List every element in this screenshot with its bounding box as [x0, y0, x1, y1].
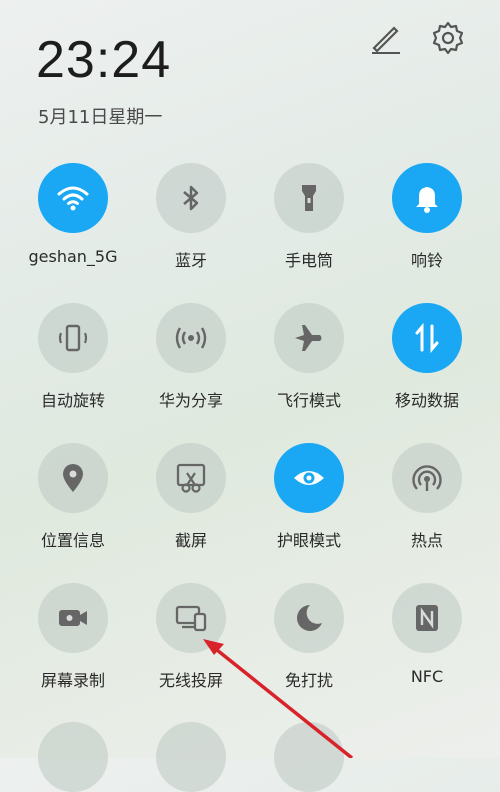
- status-time: 23:24: [36, 31, 172, 89]
- tile-label: 手电筒: [284, 251, 333, 270]
- tile-flashlight[interactable]: 手电筒: [249, 163, 369, 271]
- tile-label: 蓝牙: [174, 251, 207, 270]
- tile-label: 自动旋转: [40, 391, 105, 410]
- tile-label: 无线投屏: [158, 671, 223, 690]
- screen-record-icon: [38, 583, 108, 653]
- tile-partial-1[interactable]: [13, 722, 133, 792]
- tile-hotspot[interactable]: 热点: [367, 443, 487, 551]
- tile-label: 热点: [410, 531, 443, 550]
- tile-screenshot[interactable]: 截屏: [131, 443, 251, 551]
- hotspot-icon: [392, 443, 462, 513]
- nfc-icon: [392, 583, 462, 653]
- airplane-icon: [274, 303, 344, 373]
- tile-label: 免打扰: [284, 671, 333, 690]
- edit-icon[interactable]: [366, 18, 406, 58]
- tile-partial-3[interactable]: [249, 722, 369, 792]
- screenshot-icon: [156, 443, 226, 513]
- tile-huawei-share[interactable]: 华为分享: [131, 303, 251, 411]
- tile-mobile-data[interactable]: 移动数据: [367, 303, 487, 411]
- location-icon: [38, 443, 108, 513]
- settings-icon[interactable]: [428, 18, 468, 58]
- wireless-projection-icon: [156, 583, 226, 653]
- tile-partial-2[interactable]: [131, 722, 251, 792]
- tile-wireless-projection[interactable]: 无线投屏: [131, 583, 251, 691]
- wifi-icon: [38, 163, 108, 233]
- tile-eye-comfort[interactable]: 护眼模式: [249, 443, 369, 551]
- tile-label: 移动数据: [394, 391, 459, 410]
- bell-icon: [392, 163, 462, 233]
- tile-location[interactable]: 位置信息: [13, 443, 133, 551]
- tile-label: 位置信息: [40, 531, 105, 550]
- huawei-share-icon: [156, 303, 226, 373]
- status-date: 5月11日星期一: [38, 107, 163, 128]
- bluetooth-icon: [156, 163, 226, 233]
- tile-label: 截屏: [174, 531, 207, 550]
- mobile-data-icon: [392, 303, 462, 373]
- tile-nfc[interactable]: NFC: [367, 583, 487, 686]
- auto-rotate-icon: [38, 303, 108, 373]
- tile-label: 响铃: [410, 251, 443, 270]
- partial-icon: [156, 722, 226, 792]
- tile-label: geshan_5G: [28, 247, 118, 266]
- tile-label: 飞行模式: [276, 391, 341, 410]
- tile-ring[interactable]: 响铃: [367, 163, 487, 271]
- tile-screen-record[interactable]: 屏幕录制: [13, 583, 133, 691]
- partial-icon: [38, 722, 108, 792]
- tile-airplane[interactable]: 飞行模式: [249, 303, 369, 411]
- tile-label: 屏幕录制: [40, 671, 105, 690]
- tile-label: 护眼模式: [276, 531, 341, 550]
- do-not-disturb-icon: [274, 583, 344, 653]
- tile-bluetooth[interactable]: 蓝牙: [131, 163, 251, 271]
- partial-icon: [274, 722, 344, 792]
- flashlight-icon: [274, 163, 344, 233]
- tile-label: 华为分享: [158, 391, 223, 410]
- tile-label: NFC: [410, 667, 444, 686]
- eye-icon: [274, 443, 344, 513]
- tile-wifi[interactable]: geshan_5G: [13, 163, 133, 266]
- tile-auto-rotate[interactable]: 自动旋转: [13, 303, 133, 411]
- tile-do-not-disturb[interactable]: 免打扰: [249, 583, 369, 691]
